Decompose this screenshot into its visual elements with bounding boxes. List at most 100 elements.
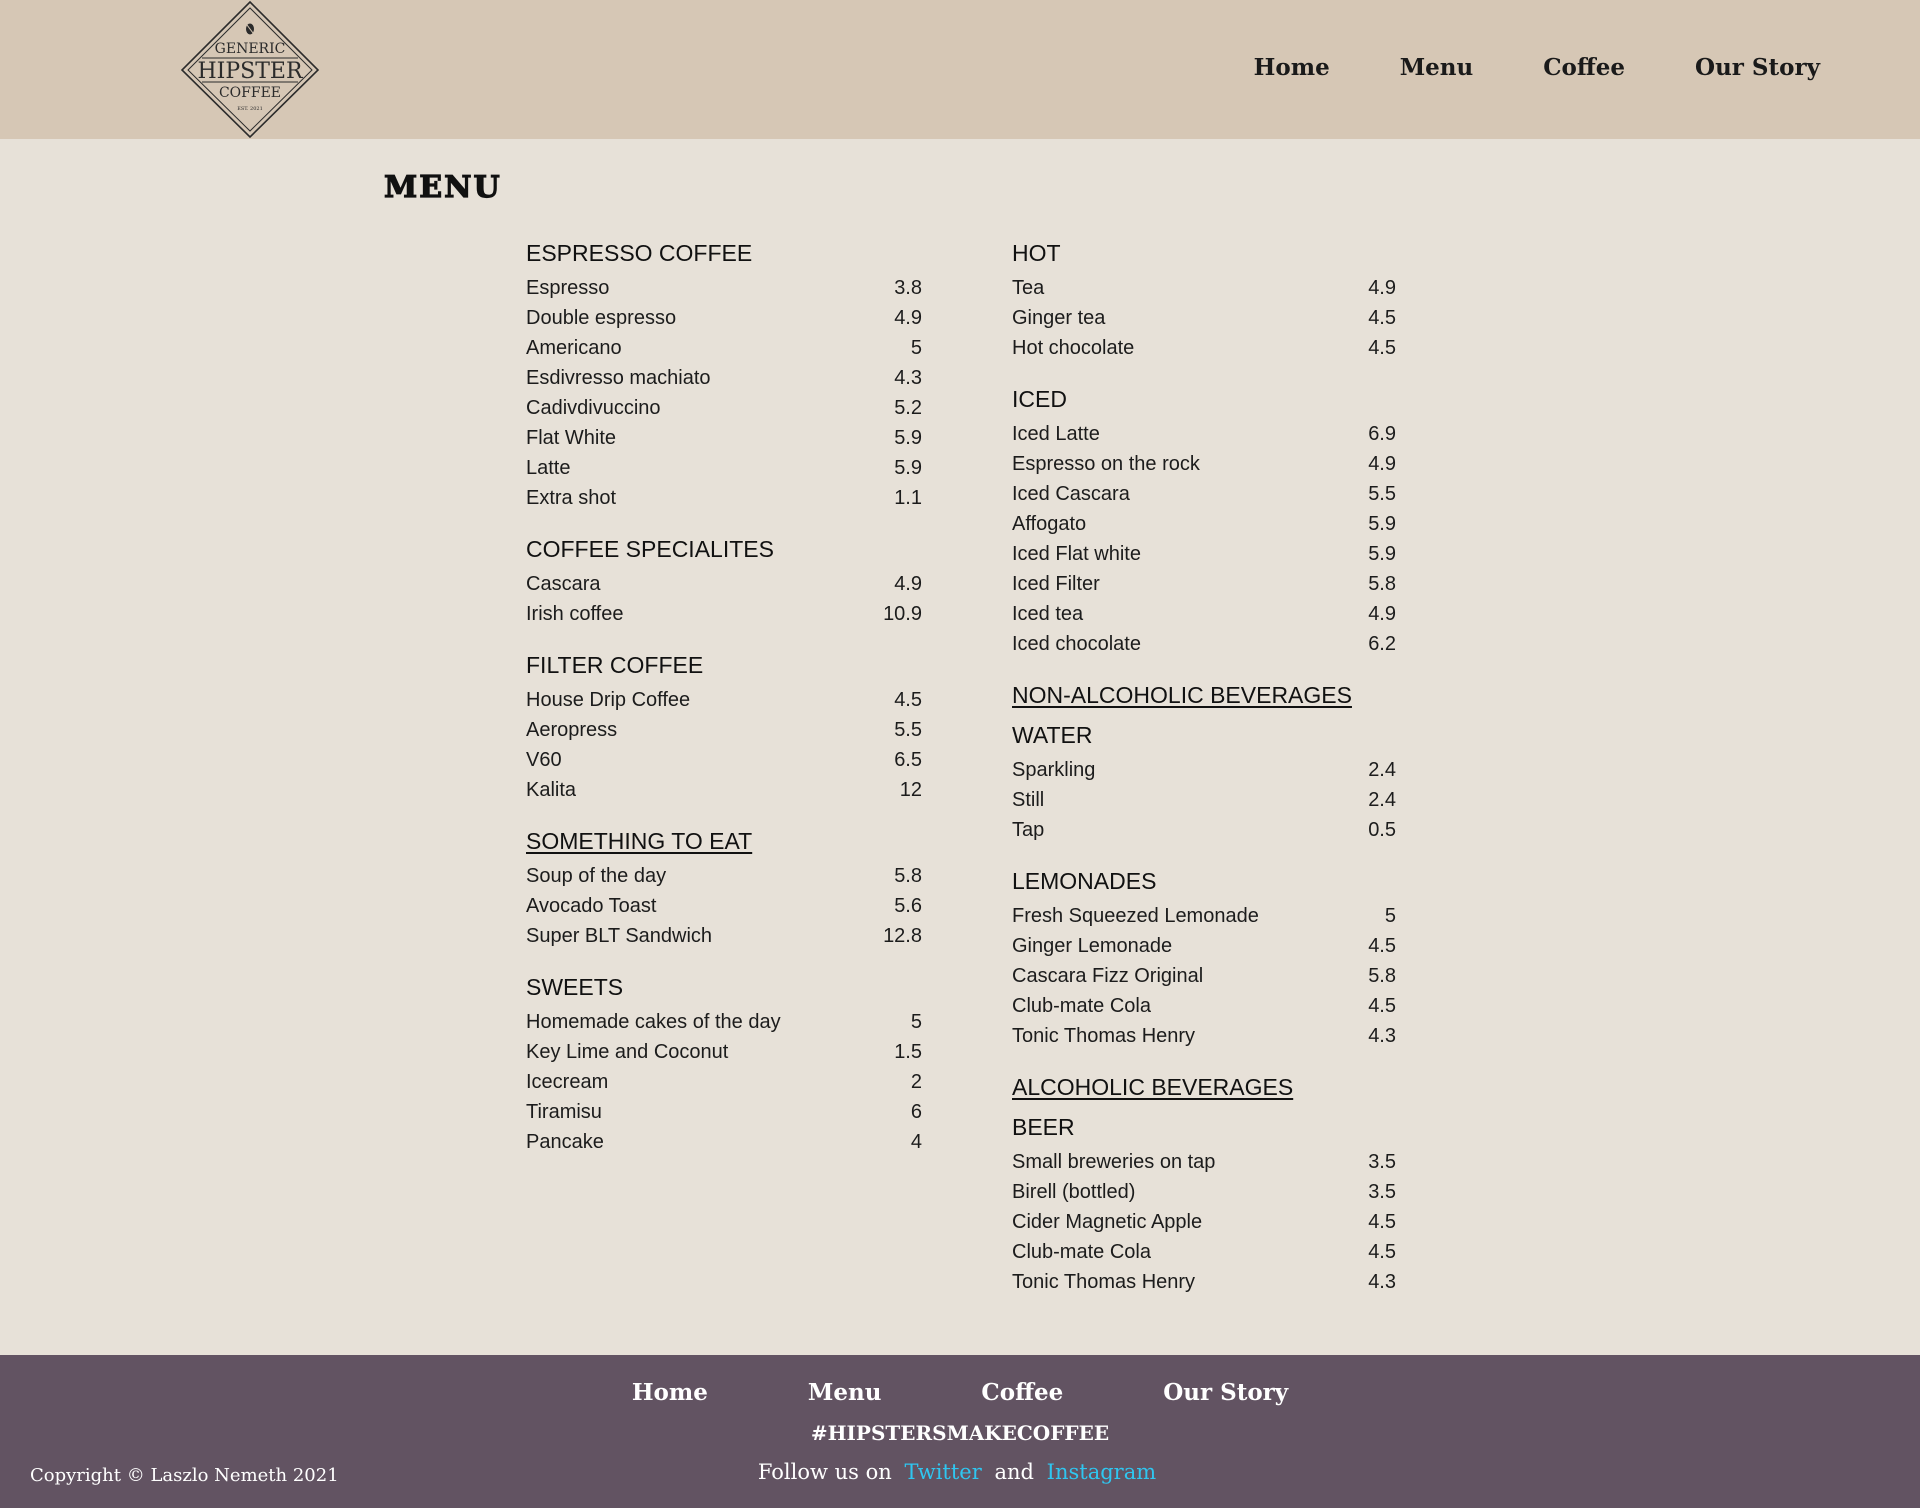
menu-item-name: Homemade cakes of the day <box>526 1011 781 1033</box>
menu-item-name: Kalita <box>526 779 577 801</box>
menu-item: Icecream 2 <box>526 1067 922 1097</box>
menu-item-name: Club-mate Cola <box>1012 995 1151 1017</box>
menu-item-price: 5 <box>910 1011 922 1033</box>
svg-text:HIPSTER: HIPSTER <box>197 59 303 84</box>
menu-item-name: Still <box>1012 789 1045 811</box>
menu-item-name: Soup of the day <box>526 865 667 887</box>
menu-item-name: Cadivdivuccino <box>526 397 661 419</box>
menu-item-price: 12 <box>899 779 922 801</box>
menu-section: LEMONADES Fresh Squeezed Lemonade 5 Ginger … <box>1012 865 1396 1051</box>
site-header: GENERIC HIPSTER COFFEE EST. 2021 Home Me… <box>0 0 1920 139</box>
menu-section: BEER Small breweries on tap 3.5 Birell (bot… <box>1012 1111 1396 1297</box>
menu-item-price: 1.1 <box>894 487 922 509</box>
menu-item: Sparkling 2.4 <box>1012 755 1396 785</box>
menu-section-heading: COFFEE SPECIALITES <box>526 536 774 562</box>
menu-item-price: 4.5 <box>1368 337 1396 359</box>
menu-item-name: Extra shot <box>526 487 617 509</box>
menu-item-name: Birell (bottled) <box>1012 1181 1136 1203</box>
menu-item-price: 4.5 <box>1368 995 1396 1017</box>
menu-section-heading: HOT <box>1012 240 1061 266</box>
menu-item: Irish coffee 10.9 <box>526 599 922 629</box>
page-title: MENU <box>383 169 502 205</box>
menu-item: Americano 5 <box>526 333 922 363</box>
menu-item-price: 4.5 <box>1368 935 1396 957</box>
menu-item: Espresso on the rock 4.9 <box>1012 449 1396 479</box>
menu-item: Pancake 4 <box>526 1127 922 1157</box>
menu-item-name: Ginger tea <box>1012 307 1106 329</box>
menu-item-name: Cascara Fizz Original <box>1012 965 1204 987</box>
menu-section: COFFEE SPECIALITES Cascara 4.9 Irish coffee… <box>526 533 922 629</box>
menu-item-name: Small breweries on tap <box>1012 1151 1216 1173</box>
site-footer: Home Menu Coffee Our Story #HIPSTERSMAKE… <box>0 1355 1920 1508</box>
menu-item-price: 3.8 <box>894 277 922 299</box>
copyright: Copyright © Laszlo Nemeth 2021 <box>30 1465 339 1486</box>
menu-item-price: 5.9 <box>1368 543 1396 565</box>
menu-item: Ginger Lemonade 4.5 <box>1012 931 1396 961</box>
menu-item: Super BLT Sandwich 12.8 <box>526 921 922 951</box>
menu-item: Club-mate Cola 4.5 <box>1012 1237 1396 1267</box>
nav-our-story-link[interactable]: Our Story <box>1695 54 1820 81</box>
menu-item-name: Tiramisu <box>526 1101 602 1123</box>
menu-item-name: Tonic Thomas Henry <box>1012 1271 1196 1293</box>
menu-item-price: 4.5 <box>1368 1241 1396 1263</box>
menu-item-price: 10.9 <box>883 603 922 625</box>
menu-item-price: 2.4 <box>1368 789 1396 811</box>
menu-item: Iced tea 4.9 <box>1012 599 1396 629</box>
menu-item: Avocado Toast 5.6 <box>526 891 922 921</box>
nav-coffee-link[interactable]: Coffee <box>1543 54 1625 81</box>
menu-item-price: 12.8 <box>883 925 922 947</box>
menu-item-price: 5.6 <box>894 895 922 917</box>
menu-item-price: 4.5 <box>1368 307 1396 329</box>
nav-menu-link[interactable]: Menu <box>1400 54 1474 81</box>
menu-item: Key Lime and Coconut 1.5 <box>526 1037 922 1067</box>
footer-menu-link[interactable]: Menu <box>808 1379 882 1406</box>
menu-item: Espresso 3.8 <box>526 273 922 303</box>
menu-item-price: 4.3 <box>1368 1271 1396 1293</box>
follow-prefix: Follow us on <box>757 1460 892 1484</box>
menu-item-price: 5.5 <box>894 719 922 741</box>
menu-item-price: 5.9 <box>894 427 922 449</box>
menu-item: V60 6.5 <box>526 745 922 775</box>
menu-item: Cascara 4.9 <box>526 569 922 599</box>
menu-item-name: Super BLT Sandwich <box>526 925 713 947</box>
instagram-link[interactable]: Instagram <box>1047 1460 1156 1484</box>
menu-item-name: Ginger Lemonade <box>1012 935 1173 957</box>
menu-item-name: Iced Filter <box>1012 573 1100 595</box>
menu-item: Esdivresso machiato 4.3 <box>526 363 922 393</box>
menu-item-name: Hot chocolate <box>1012 337 1135 359</box>
menu-item-name: Club-mate Cola <box>1012 1241 1151 1263</box>
footer-our-story-link[interactable]: Our Story <box>1163 1379 1288 1406</box>
logo[interactable]: GENERIC HIPSTER COFFEE EST. 2021 <box>180 0 320 139</box>
footer-home-link[interactable]: Home <box>632 1379 708 1406</box>
footer-nav: Home Menu Coffee Our Story <box>0 1379 1920 1406</box>
menu-item-name: Iced tea <box>1012 603 1084 625</box>
menu-item: Small breweries on tap 3.5 <box>1012 1147 1396 1177</box>
menu-item: Tap 0.5 <box>1012 815 1396 845</box>
menu-item-price: 4.9 <box>894 307 922 329</box>
menu-section-heading: ICED <box>1012 386 1067 412</box>
menu-item: Latte 5.9 <box>526 453 922 483</box>
menu-section-heading: LEMONADES <box>1012 868 1157 894</box>
menu-item-name: Cascara <box>526 573 601 595</box>
menu-section-heading: SWEETS <box>526 974 624 1000</box>
menu-item-price: 5 <box>910 337 922 359</box>
nav-home-link[interactable]: Home <box>1254 54 1330 81</box>
menu-item-price: 4.9 <box>1368 277 1396 299</box>
footer-coffee-link[interactable]: Coffee <box>981 1379 1063 1406</box>
menu-section: ICED Iced Latte 6.9 Espresso on the rock 4.9… <box>1012 383 1396 659</box>
menu-section: SOMETHING TO EAT Soup of the day 5.8 Avocad… <box>526 825 922 951</box>
menu-section: NON-ALCOHOLIC BEVERAGES <box>1012 679 1396 711</box>
menu-item: Iced Flat white 5.9 <box>1012 539 1396 569</box>
twitter-link[interactable]: Twitter <box>904 1460 981 1484</box>
menu-item-name: Sparkling <box>1012 759 1096 781</box>
menu-item-name: Avocado Toast <box>526 895 657 917</box>
menu-section: HOT Tea 4.9 Ginger tea 4.5 Hot chocolate 4.5 <box>1012 237 1396 363</box>
menu-item-price: 4.9 <box>1368 603 1396 625</box>
menu-item: Cascara Fizz Original 5.8 <box>1012 961 1396 991</box>
menu-item-price: 5.8 <box>894 865 922 887</box>
menu-item: Hot chocolate 4.5 <box>1012 333 1396 363</box>
menu-item: Homemade cakes of the day 5 <box>526 1007 922 1037</box>
menu-item-price: 4.3 <box>1368 1025 1396 1047</box>
menu-item: Iced Filter 5.8 <box>1012 569 1396 599</box>
menu-item-price: 5 <box>1384 905 1396 927</box>
